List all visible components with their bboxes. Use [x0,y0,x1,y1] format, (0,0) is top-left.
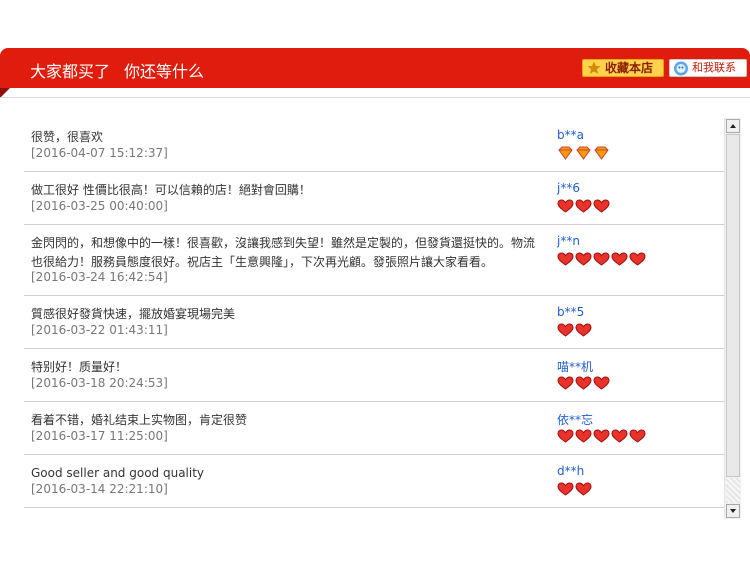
heart-icon [593,199,610,213]
heart-icon [629,429,646,443]
review-text: 做工很好 性價比很高！可以信賴的店！絕對會回購！ [31,183,311,197]
heart-icon [629,252,646,266]
reviewer-name[interactable]: 喵**机 [557,358,593,375]
heart-icon [575,376,592,390]
review-row: 質感很好發貨快速，擺放婚宴現場完美 [2016-03-22 01:43:11] … [24,295,724,349]
reviewer-name[interactable]: j**6 [557,181,580,195]
review-row: 很赞，很喜欢 [2016-04-07 15:12:37] b**a [24,118,724,172]
review-date: [2016-03-24 16:42:54] [31,270,168,284]
review-text: 看着不错，婚礼结束上实物图，肯定很赞 [31,413,248,427]
header-title-waiting: 你还等什么 [124,62,205,81]
review-date: [2016-03-25 00:40:00] [31,199,168,213]
rating-icons [557,376,610,390]
scroll-up-arrow-icon[interactable] [726,119,740,133]
review-date: [2016-03-14 22:21:10] [31,482,168,496]
heart-icon [611,429,628,443]
header-underline [0,88,750,98]
review-row: 做工很好 性價比很高！可以信賴的店！絕對會回購！ [2016-03-25 00:… [24,171,724,225]
rating-icons [557,482,592,496]
review-text: 質感很好發貨快速，擺放婚宴現場完美 [31,307,236,321]
heart-icon [593,429,610,443]
review-list: 很赞，很喜欢 [2016-04-07 15:12:37] b**a 做工很好 性… [24,118,724,509]
review-row: Good seller and good quality [2016-03-14… [24,454,724,508]
diamond-icon [594,146,609,160]
chat-icon [674,61,688,76]
review-text: 金閃閃的，和想像中的一樣！很喜歡，沒讓我感到失望！雖然是定製的，但發貨還挺快的。… [31,236,536,269]
review-text: 很赞，很喜欢 [31,130,104,144]
favorite-shop-label: 收藏本店 [605,61,654,75]
heart-icon [557,376,574,390]
rating-icons [557,429,646,443]
vertical-scrollbar[interactable] [724,118,741,519]
review-text: Good seller and good quality [31,466,205,480]
heart-icon [557,482,574,496]
divider [0,97,750,98]
heart-icon [593,252,610,266]
heart-icon [557,323,574,337]
review-date: [2016-03-22 01:43:11] [31,323,168,337]
rating-icons [557,252,646,266]
diamond-icon [576,146,591,160]
diamond-icon [558,146,573,160]
favorite-shop-button[interactable]: 收藏本店 [582,59,664,77]
review-date: [2016-03-18 20:24:53] [31,376,168,390]
scroll-down-arrow-icon[interactable] [726,504,740,518]
reviewer-name[interactable]: d**h [557,464,584,478]
review-row: 金閃閃的，和想像中的一樣！很喜歡，沒讓我感到失望！雖然是定製的，但發貨還挺快的。… [24,224,724,296]
review-date: [2016-03-17 11:25:00] [31,429,168,443]
heart-icon [611,252,628,266]
rating-icons [557,199,610,213]
heart-icon [557,199,574,213]
heart-icon [575,323,592,337]
reviewer-name[interactable]: 依**忘 [557,411,593,428]
contact-seller-button[interactable]: 和我联系 [669,59,747,77]
scrollbar-thumb[interactable] [726,134,740,477]
header-title-bought: 大家都买了 [30,62,111,81]
rating-icons [557,146,610,160]
reviewer-name[interactable]: j**n [557,234,580,248]
shop-header-bar: 大家都买了 你还等什么 收藏本店 和我联系 [0,48,750,88]
review-row: 特别好！质量好！ [2016-03-18 20:24:53] 喵**机 [24,348,724,402]
rating-icons [557,323,592,337]
review-text: 特别好！质量好！ [31,360,128,374]
heart-icon [575,429,592,443]
reviewer-name[interactable]: b**a [557,128,584,142]
reviewer-name[interactable]: b**5 [557,305,584,319]
heart-icon [575,199,592,213]
scrollbar-track[interactable] [726,478,740,503]
heart-icon [575,482,592,496]
heart-icon [557,429,574,443]
heart-icon [593,376,610,390]
heart-icon [557,252,574,266]
review-date: [2016-04-07 15:12:37] [31,146,168,160]
contact-seller-label: 和我联系 [692,61,736,74]
star-icon [587,61,601,74]
review-row: 看着不错，婚礼结束上实物图，肯定很赞 [2016-03-17 11:25:00]… [24,401,724,455]
heart-icon [575,252,592,266]
